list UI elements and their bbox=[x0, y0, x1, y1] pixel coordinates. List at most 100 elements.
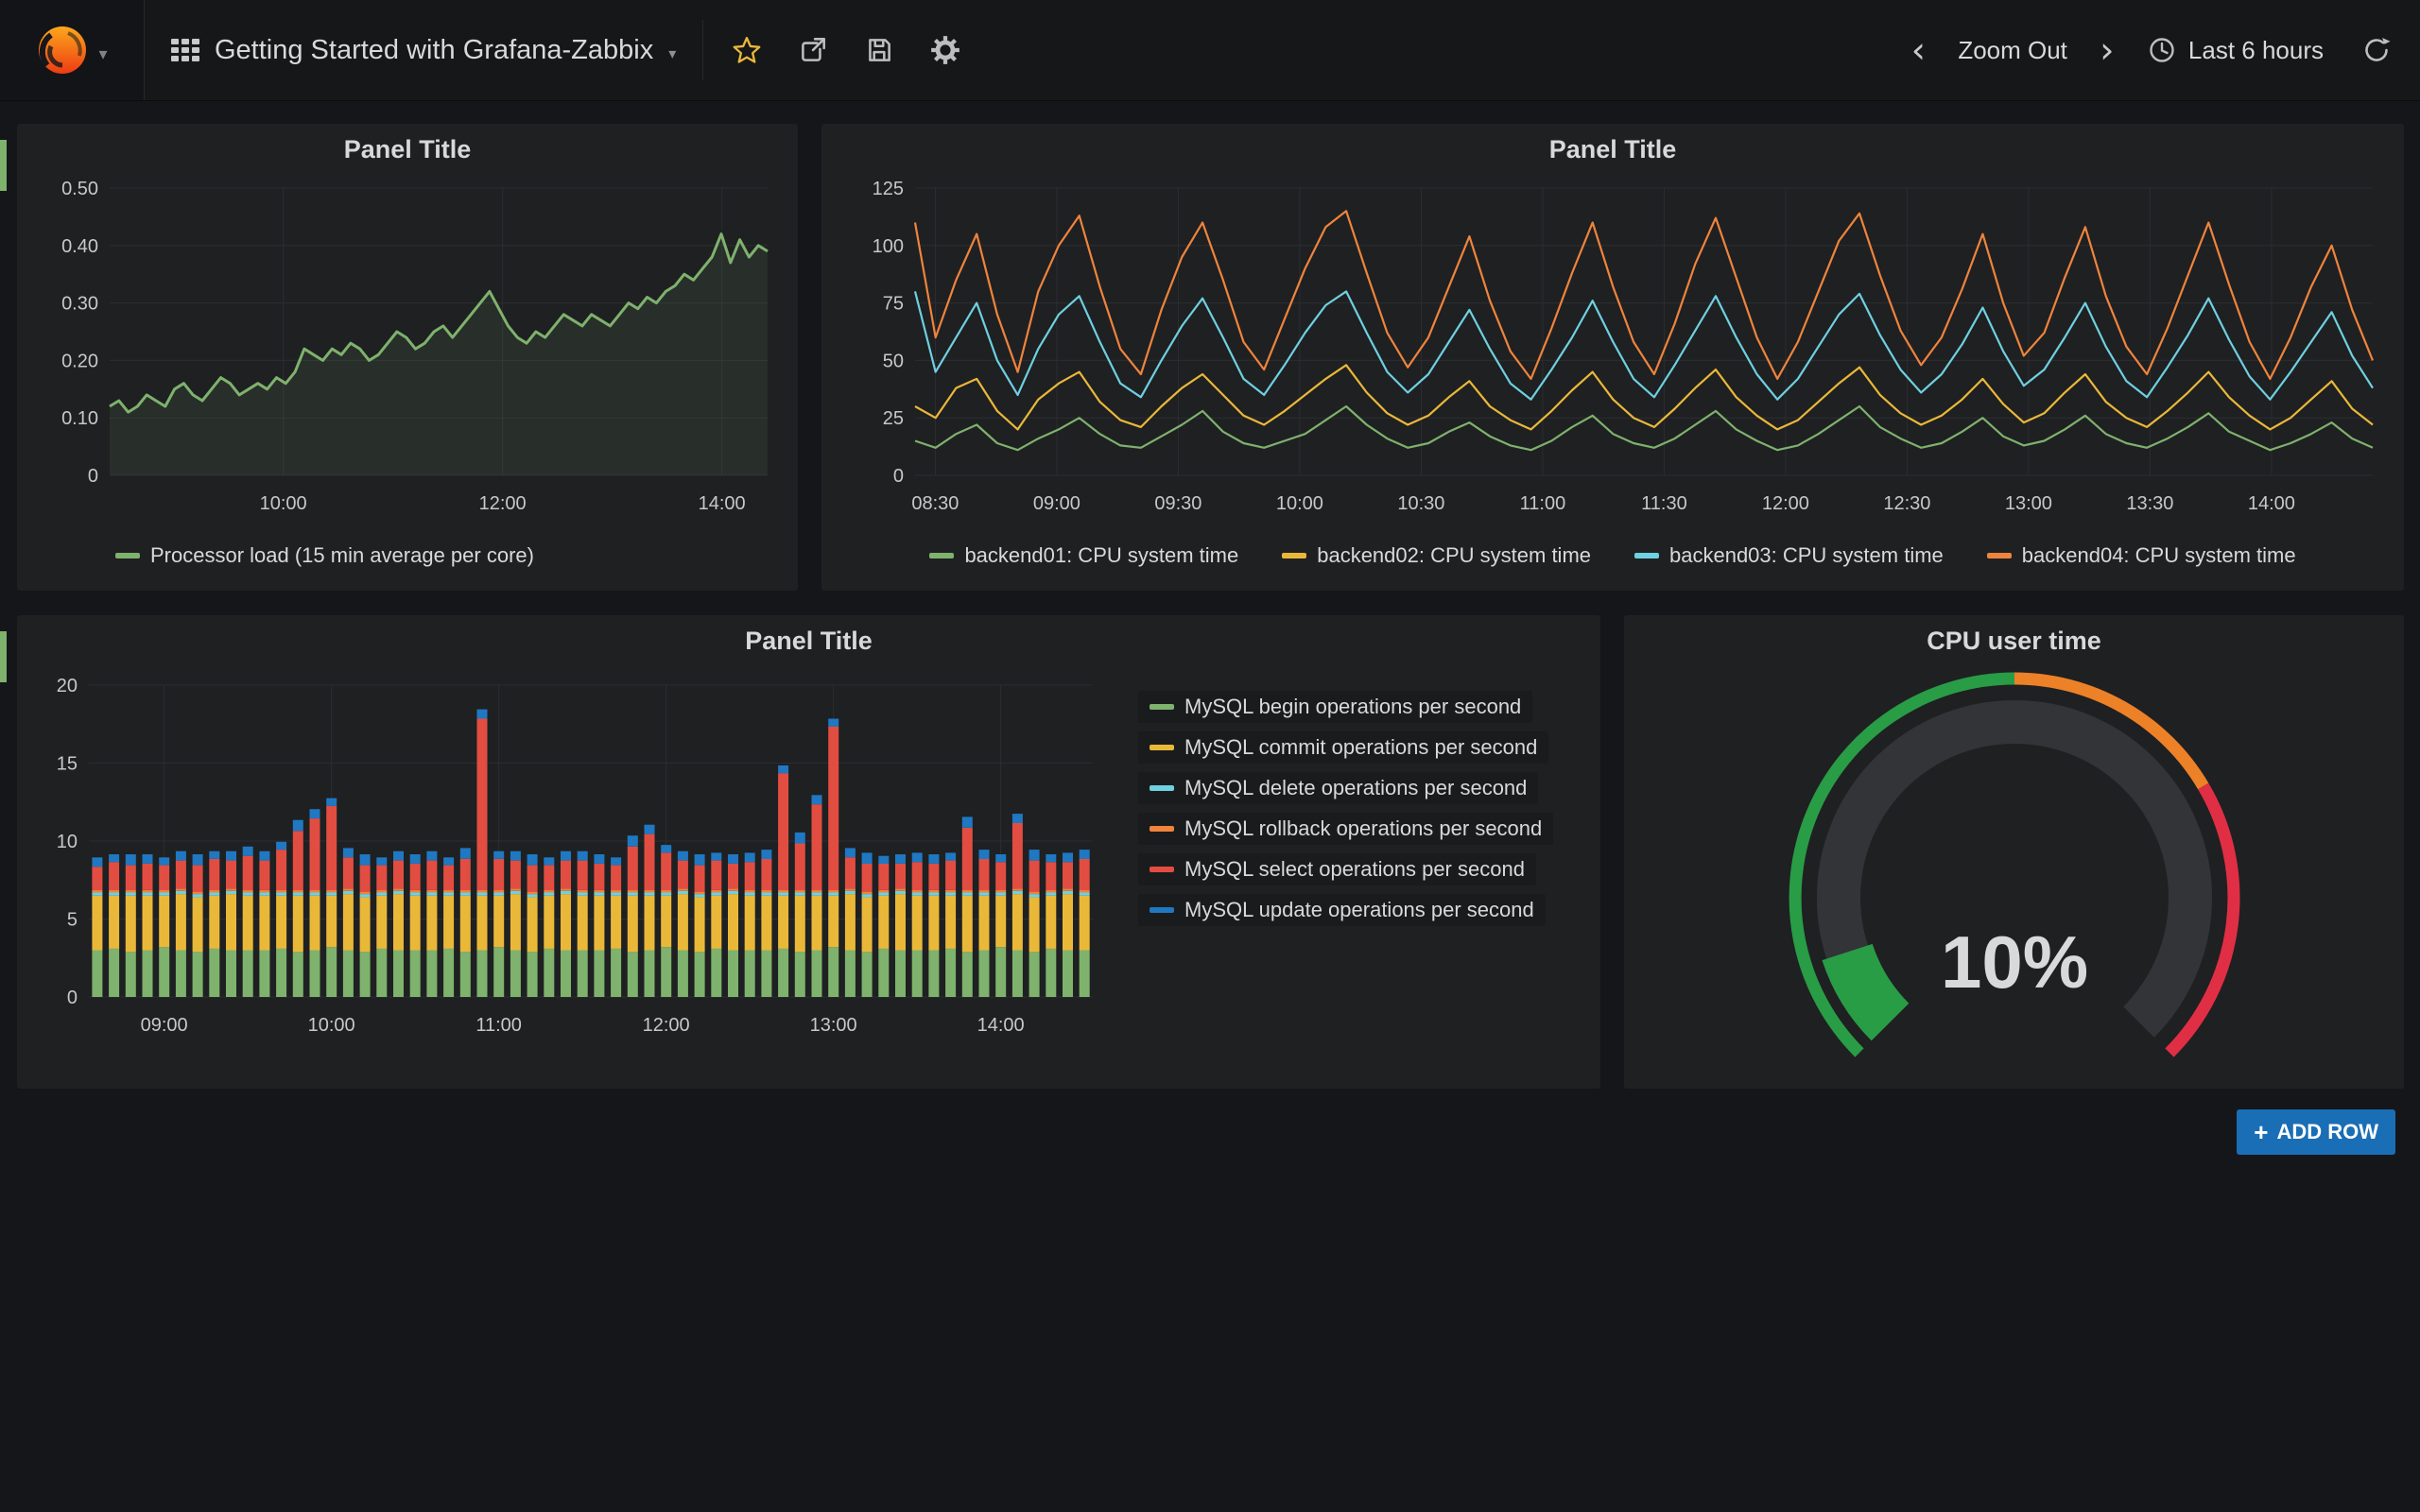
legend-item-mysql-rollback-operations-per-second[interactable]: MySQL rollback operations per second bbox=[1138, 813, 1553, 845]
share-dashboard-button[interactable] bbox=[792, 26, 834, 74]
time-forward-button[interactable]: › bbox=[2086, 26, 2128, 74]
legend-color-dash bbox=[929, 553, 954, 558]
svg-text:12:00: 12:00 bbox=[1762, 493, 1809, 514]
legend-color-dash bbox=[1987, 553, 2012, 558]
zoom-out-button[interactable]: Zoom Out bbox=[1952, 36, 2073, 65]
svg-text:20: 20 bbox=[57, 676, 78, 696]
mysql-operations-legend: MySQL begin operations per second MySQL c… bbox=[1110, 666, 1553, 926]
legend-color-dash bbox=[1150, 745, 1174, 750]
dashboard-row-2: Panel Title 0510152009:0010:0011:0012:00… bbox=[17, 615, 2404, 1089]
cpu-user-time-gauge[interactable]: 10% bbox=[1636, 666, 2393, 1063]
svg-text:09:00: 09:00 bbox=[1033, 493, 1080, 514]
svg-text:0.30: 0.30 bbox=[61, 294, 98, 315]
svg-text:0.50: 0.50 bbox=[61, 179, 98, 199]
svg-text:12:00: 12:00 bbox=[643, 1015, 690, 1036]
panel-cpu-user-time: CPU user time 10% bbox=[1624, 615, 2404, 1089]
svg-text:0: 0 bbox=[67, 988, 78, 1008]
legend-label: MySQL rollback operations per second bbox=[1184, 816, 1542, 841]
svg-text:09:30: 09:30 bbox=[1154, 493, 1201, 514]
star-dashboard-button[interactable] bbox=[726, 26, 768, 74]
cpu-system-time-legend: backend01: CPU system time backend02: CPU… bbox=[821, 526, 2404, 568]
processor-load-legend: Processor load (15 min average per core) bbox=[17, 526, 798, 568]
legend-item-mysql-begin-operations-per-second[interactable]: MySQL begin operations per second bbox=[1138, 691, 1532, 723]
legend-item-mysql-delete-operations-per-second[interactable]: MySQL delete operations per second bbox=[1138, 772, 1538, 804]
dashboard-footer: + ADD ROW bbox=[17, 1089, 2404, 1155]
svg-text:75: 75 bbox=[883, 294, 904, 315]
svg-text:0: 0 bbox=[893, 466, 904, 487]
svg-text:11:30: 11:30 bbox=[1641, 493, 1687, 514]
dashboard-canvas: Panel Title 00.100.200.300.400.5010:0012… bbox=[0, 101, 2420, 1155]
plus-icon: + bbox=[2254, 1122, 2268, 1143]
save-dashboard-button[interactable] bbox=[858, 26, 900, 74]
dashboard-row-1: Panel Title 00.100.200.300.400.5010:0012… bbox=[17, 124, 2404, 591]
legend-color-dash bbox=[1150, 826, 1174, 832]
legend-color-dash bbox=[1150, 907, 1174, 913]
add-row-button[interactable]: + ADD ROW bbox=[2237, 1109, 2395, 1155]
star-icon bbox=[731, 34, 763, 66]
grafana-logo-icon bbox=[36, 24, 89, 77]
add-row-label: ADD ROW bbox=[2276, 1120, 2378, 1144]
refresh-icon bbox=[2361, 35, 2392, 65]
legend-item-backend01-cpu-system-time[interactable]: backend01: CPU system time bbox=[929, 543, 1238, 568]
time-range-label: Last 6 hours bbox=[2188, 36, 2324, 65]
svg-text:11:00: 11:00 bbox=[475, 1015, 522, 1036]
time-controls: ‹ Zoom Out › Last 6 hours bbox=[1897, 26, 2420, 74]
zoom-out-label: Zoom Out bbox=[1958, 36, 2067, 65]
logo-dropdown-caret-icon: ▾ bbox=[98, 44, 107, 64]
svg-text:12:00: 12:00 bbox=[479, 493, 527, 514]
legend-label: backend03: CPU system time bbox=[1669, 543, 1944, 568]
legend-item-mysql-commit-operations-per-second[interactable]: MySQL commit operations per second bbox=[1138, 731, 1548, 764]
cpu-system-time-chart[interactable]: 025507510012508:3009:0009:3010:0010:3011… bbox=[832, 175, 2394, 526]
svg-text:10:30: 10:30 bbox=[1397, 493, 1444, 514]
panel-title[interactable]: Panel Title bbox=[17, 124, 798, 175]
svg-text:10%: 10% bbox=[1940, 920, 2087, 1004]
refresh-dashboard-button[interactable] bbox=[2356, 26, 2397, 74]
legend-item-mysql-update-operations-per-second[interactable]: MySQL update operations per second bbox=[1138, 894, 1546, 926]
panel-title[interactable]: Panel Title bbox=[821, 124, 2404, 175]
clock-icon bbox=[2147, 35, 2177, 65]
svg-text:5: 5 bbox=[67, 910, 78, 931]
svg-text:25: 25 bbox=[883, 408, 904, 429]
dashboard-title-dropdown[interactable]: Getting Started with Grafana-Zabbix ▾ bbox=[145, 0, 702, 100]
grafana-menu-button[interactable]: ▾ bbox=[0, 0, 145, 100]
dashboard-settings-button[interactable] bbox=[925, 26, 966, 74]
chevron-right-icon: › bbox=[2094, 32, 2119, 68]
legend-item-backend04-cpu-system-time[interactable]: backend04: CPU system time bbox=[1987, 543, 2296, 568]
svg-text:0.20: 0.20 bbox=[61, 351, 98, 371]
panel-title[interactable]: CPU user time bbox=[1624, 615, 2404, 666]
time-range-picker-button[interactable]: Last 6 hours bbox=[2141, 35, 2329, 65]
legend-item-backend02-cpu-system-time[interactable]: backend02: CPU system time bbox=[1282, 543, 1591, 568]
legend-item-mysql-select-operations-per-second[interactable]: MySQL select operations per second bbox=[1138, 853, 1536, 885]
dashboard-title: Getting Started with Grafana-Zabbix bbox=[215, 35, 653, 66]
row-collapse-handle[interactable] bbox=[0, 140, 7, 191]
svg-text:13:30: 13:30 bbox=[2126, 493, 2173, 514]
svg-text:10: 10 bbox=[57, 832, 78, 852]
legend-label: MySQL select operations per second bbox=[1184, 857, 1525, 882]
panel-mysql-operations: Panel Title 0510152009:0010:0011:0012:00… bbox=[17, 615, 1600, 1089]
panel-title[interactable]: Panel Title bbox=[17, 615, 1600, 666]
legend-item-backend03-cpu-system-time[interactable]: backend03: CPU system time bbox=[1634, 543, 1944, 568]
svg-text:125: 125 bbox=[873, 179, 904, 199]
processor-load-chart[interactable]: 00.100.200.300.400.5010:0012:0014:00 bbox=[26, 175, 788, 526]
chevron-left-icon: ‹ bbox=[1906, 32, 1931, 68]
legend-color-dash bbox=[115, 553, 140, 558]
legend-color-dash bbox=[1150, 704, 1174, 710]
svg-text:14:00: 14:00 bbox=[2248, 493, 2295, 514]
panel-processor-load: Panel Title 00.100.200.300.400.5010:0012… bbox=[17, 124, 798, 591]
legend-label: backend04: CPU system time bbox=[2022, 543, 2296, 568]
legend-color-dash bbox=[1150, 867, 1174, 872]
svg-text:11:00: 11:00 bbox=[1520, 493, 1566, 514]
mysql-operations-chart[interactable]: 0510152009:0010:0011:0012:0013:0014:00 bbox=[23, 670, 1110, 1048]
time-back-button[interactable]: ‹ bbox=[1897, 26, 1939, 74]
panel-cpu-system-time: Panel Title 025507510012508:3009:0009:30… bbox=[821, 124, 2404, 591]
svg-text:08:30: 08:30 bbox=[911, 493, 959, 514]
legend-label: Processor load (15 min average per core) bbox=[150, 543, 534, 568]
legend-item-processor-load-15-min-average-per-core[interactable]: Processor load (15 min average per core) bbox=[115, 543, 534, 568]
navbar: ▾ Getting Started with Grafana-Zabbix ▾ bbox=[0, 0, 2420, 101]
legend-label: MySQL commit operations per second bbox=[1184, 735, 1537, 760]
svg-text:14:00: 14:00 bbox=[977, 1015, 1025, 1036]
svg-text:0.40: 0.40 bbox=[61, 236, 98, 257]
row-collapse-handle[interactable] bbox=[0, 631, 7, 682]
svg-text:10:00: 10:00 bbox=[308, 1015, 355, 1036]
title-dropdown-caret-icon: ▾ bbox=[668, 44, 676, 62]
